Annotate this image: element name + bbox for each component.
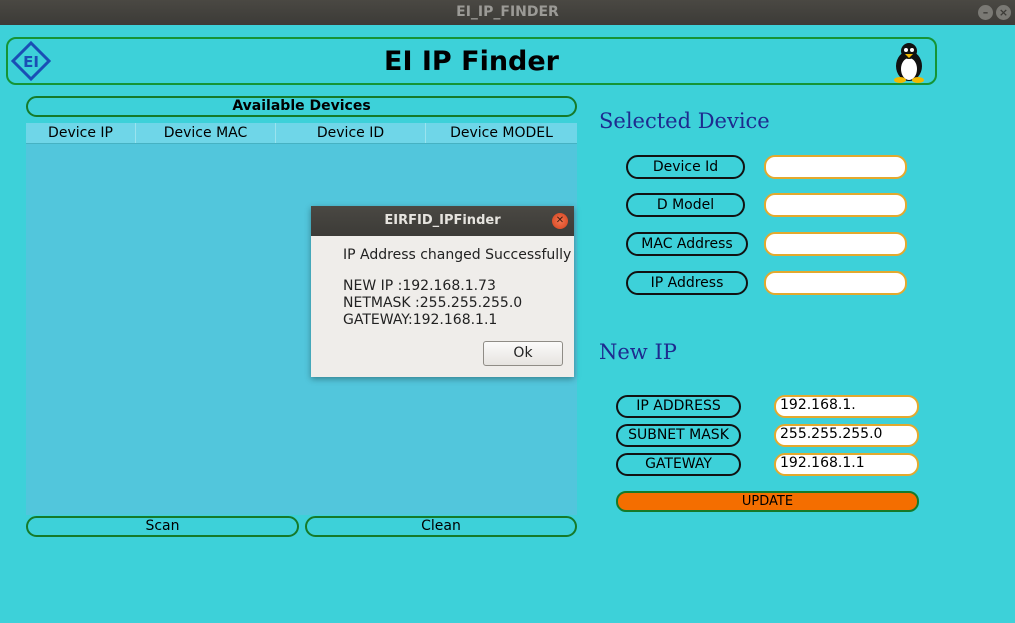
scan-button[interactable]: Scan: [26, 516, 299, 537]
dialog-gateway-line: GATEWAY:192.168.1.1: [343, 312, 498, 328]
ip-address-field[interactable]: [764, 271, 907, 295]
device-id-field[interactable]: [764, 155, 907, 179]
column-header-device-ip[interactable]: Device IP: [26, 123, 136, 143]
column-header-device-model[interactable]: Device MODEL: [426, 123, 577, 143]
dialog-title: EIRFID_IPFinder: [384, 213, 501, 228]
column-header-device-mac[interactable]: Device MAC: [136, 123, 276, 143]
mac-address-label: MAC Address: [626, 232, 748, 256]
new-ip-title: New IP: [599, 340, 677, 364]
selected-device-title: Selected Device: [599, 109, 770, 133]
minimize-icon[interactable]: –: [978, 5, 993, 20]
gateway-label: GATEWAY: [616, 453, 741, 476]
subnet-mask-label: SUBNET MASK: [616, 424, 741, 447]
new-ip-address-input[interactable]: 192.168.1.: [774, 395, 919, 418]
window-title: EI_IP_FINDER: [456, 4, 559, 20]
new-ip-address-label: IP ADDRESS: [616, 395, 741, 418]
app-title: EI IP Finder: [384, 46, 559, 77]
column-header-device-id[interactable]: Device ID: [276, 123, 426, 143]
dialog-close-icon[interactable]: ✕: [552, 213, 568, 229]
dialog-message: IP Address changed Successfully: [343, 247, 572, 263]
device-id-label: Device Id: [626, 155, 745, 179]
close-window-icon[interactable]: ×: [996, 5, 1011, 20]
dialog-titlebar: EIRFID_IPFinder ✕: [311, 206, 574, 236]
mac-address-field[interactable]: [764, 232, 907, 256]
clean-button[interactable]: Clean: [305, 516, 577, 537]
app-header: EI EI IP Finder: [6, 37, 937, 85]
dialog-new-ip-line: NEW IP :192.168.1.73: [343, 278, 496, 294]
gateway-input[interactable]: 192.168.1.1: [774, 453, 919, 476]
update-button[interactable]: UPDATE: [616, 491, 919, 512]
ip-address-label: IP Address: [626, 271, 748, 295]
dialog-netmask-line: NETMASK :255.255.255.0: [343, 295, 523, 311]
ok-button[interactable]: Ok: [483, 341, 563, 366]
subnet-mask-input[interactable]: 255.255.255.0: [774, 424, 919, 447]
tux-penguin-icon: [894, 43, 924, 83]
device-model-field[interactable]: [764, 193, 907, 217]
table-header: Device IP Device MAC Device ID Device MO…: [26, 123, 577, 144]
device-model-label: D Model: [626, 193, 745, 217]
available-devices-title: Available Devices: [26, 96, 577, 117]
window-titlebar: EI_IP_FINDER – ×: [0, 0, 1015, 25]
success-dialog: EIRFID_IPFinder ✕ IP Address changed Suc…: [311, 206, 574, 377]
